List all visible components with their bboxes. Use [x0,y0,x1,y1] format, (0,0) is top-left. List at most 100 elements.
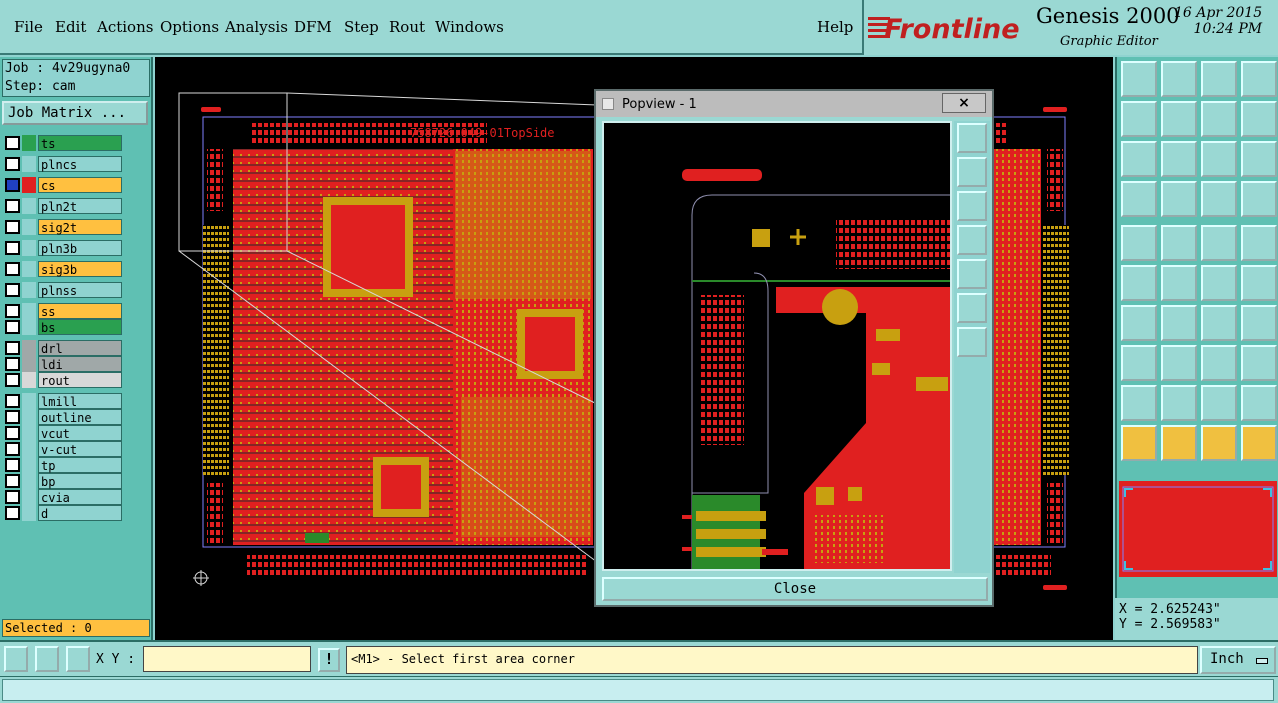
layer-name[interactable]: rout [38,372,122,388]
layer-name[interactable]: sig2t [38,219,122,235]
pointer-box-icon[interactable] [1161,425,1197,461]
layer-color-swatch[interactable] [22,282,36,298]
menu-file[interactable]: File [14,18,43,36]
layer-color-swatch[interactable] [22,319,36,335]
menu-dfm[interactable]: DFM [294,18,332,36]
query-icon[interactable] [1241,141,1277,177]
home-icon[interactable] [1201,61,1237,97]
layer-name[interactable]: cvia [38,489,122,505]
center-icon[interactable] [1161,141,1197,177]
layer-color-swatch[interactable] [22,198,36,214]
pad-icon[interactable] [1121,225,1157,261]
pv-pan-right-button[interactable] [957,259,987,289]
open-icon[interactable] [1121,61,1157,97]
layer-row-v-cut[interactable]: v-cut [2,441,124,457]
layer-color-swatch[interactable] [22,303,36,319]
grid-icon[interactable] [1161,181,1197,217]
layer-color-swatch[interactable] [22,156,36,172]
menu-step[interactable]: Step [344,18,379,36]
popview-zoom-view[interactable] [604,123,950,569]
layer-color-swatch[interactable] [22,489,36,505]
popview-close-button[interactable]: Close [602,577,988,601]
undo-icon[interactable] [1201,101,1237,137]
layer-color-swatch[interactable] [22,505,36,521]
layer-name[interactable]: lmill [38,393,122,409]
menu-analysis[interactable]: Analysis [225,18,288,36]
menu-edit[interactable]: Edit [55,18,86,36]
layer-row-pln2t[interactable]: pln2t [2,198,124,214]
layer-name[interactable]: plncs [38,156,122,172]
pointer-net-icon[interactable] [1201,425,1237,461]
layer-name[interactable]: ts [38,135,122,151]
layer-checkbox[interactable] [5,178,20,192]
layer-checkbox[interactable] [5,506,20,520]
menu-options[interactable]: Options [160,18,219,36]
arc-icon[interactable] [1121,305,1157,341]
fit-icon[interactable] [1121,141,1157,177]
layer-row-ss[interactable]: ss [2,303,124,319]
layer-name[interactable]: drl [38,340,122,356]
pointer-icon[interactable] [1121,425,1157,461]
grid-button[interactable] [66,646,90,672]
layer-color-swatch[interactable] [22,240,36,256]
layer-color-swatch[interactable] [22,356,36,372]
menu-help[interactable]: Help [817,18,853,36]
layer-name[interactable]: vcut [38,425,122,441]
pv-pan-down-button[interactable] [957,191,987,221]
layer-color-swatch[interactable] [22,219,36,235]
layer-color-swatch[interactable] [22,473,36,489]
layer-name[interactable]: ldi [38,356,122,372]
move-icon[interactable] [1201,265,1237,301]
pointer-multi-icon[interactable] [1241,425,1277,461]
trim-icon[interactable] [1161,345,1197,381]
layer-name[interactable]: cs [38,177,122,193]
layer-row-bp[interactable]: bp [2,473,124,489]
layer-row-lmill[interactable]: lmill [2,393,124,409]
pv-pan-left-button[interactable] [957,225,987,255]
layer-row-sig2t[interactable]: sig2t [2,219,124,235]
layer-checkbox[interactable] [5,442,20,456]
layer-row-drl[interactable]: drl [2,340,124,356]
layer-row-plncs[interactable]: plncs [2,156,124,172]
polyedit-icon[interactable] [1161,385,1197,421]
layer-row-ts[interactable]: ts [2,135,124,151]
layer-row-ldi[interactable]: ldi [2,356,124,372]
poly-icon[interactable] [1121,385,1157,421]
ruler-icon[interactable] [1201,225,1237,261]
cut-icon[interactable] [1121,345,1157,381]
layer-name[interactable]: plnss [38,282,122,298]
xy-input[interactable] [143,646,311,672]
layer-name[interactable]: sig3b [38,261,122,277]
next-icon[interactable] [1161,101,1197,137]
layer-name[interactable]: tp [38,457,122,473]
layer-row-cvia[interactable]: cvia [2,489,124,505]
layer-row-d[interactable]: d [2,505,124,521]
pv-zoom-in-button[interactable] [957,293,987,323]
layer-name[interactable]: bs [38,319,122,335]
execute-button[interactable]: ! [318,648,340,672]
snap2-icon[interactable] [1241,181,1277,217]
pv-zoom-fit-button[interactable] [957,123,987,153]
pv-pan-up-button[interactable] [957,157,987,187]
layer-checkbox[interactable] [5,357,20,371]
layer-checkbox[interactable] [5,283,20,297]
route-icon[interactable] [1161,225,1197,261]
resize-icon[interactable] [1201,345,1237,381]
rotate-icon[interactable] [1201,305,1237,341]
layer-checkbox[interactable] [5,157,20,171]
select-icon[interactable] [1241,225,1277,261]
layer-color-swatch[interactable] [22,409,36,425]
layer-checkbox[interactable] [5,490,20,504]
layer-checkbox[interactable] [5,394,20,408]
window-icon[interactable] [1241,61,1277,97]
menu-rout[interactable]: Rout [389,18,425,36]
layer-color-swatch[interactable] [22,457,36,473]
layer-checkbox[interactable] [5,262,20,276]
layer-row-pln3b[interactable]: pln3b [2,240,124,256]
reshape-icon[interactable] [1241,345,1277,381]
layer-checkbox[interactable] [5,458,20,472]
layer-row-vcut[interactable]: vcut [2,425,124,441]
close-icon[interactable]: × [942,93,986,113]
ratio-icon[interactable] [1201,141,1237,177]
layer-name[interactable]: ss [38,303,122,319]
